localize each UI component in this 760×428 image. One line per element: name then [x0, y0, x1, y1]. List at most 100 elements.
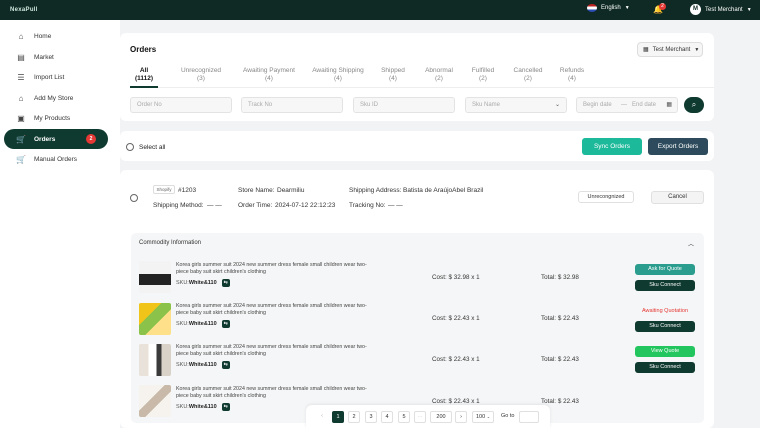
- tab-refunds[interactable]: Refunds (4): [556, 67, 588, 82]
- sidebar-item-add-my-store[interactable]: ⌂ Add My Store: [4, 88, 108, 108]
- sku-connect-button[interactable]: Sku Connect: [635, 280, 695, 291]
- sidebar-item-home[interactable]: ⌂ Home: [4, 26, 108, 46]
- tab-count: (2): [435, 74, 443, 82]
- tab-all[interactable]: All (1112): [130, 67, 158, 82]
- sku-id-input[interactable]: Sku ID: [353, 97, 455, 113]
- sidebar-item-import-list[interactable]: ☰ Import List: [4, 67, 108, 87]
- tab-count: (2): [524, 74, 532, 82]
- pagination-ellipsis[interactable]: ···: [414, 411, 426, 423]
- page-button[interactable]: 2: [348, 411, 360, 423]
- chevron-up-icon[interactable]: ︿: [688, 239, 694, 248]
- tab-label: Abnormal: [425, 67, 453, 74]
- track-no-input[interactable]: Track No: [241, 97, 343, 113]
- product-thumbnail[interactable]: [139, 303, 171, 335]
- app-logo[interactable]: NexaPull: [10, 7, 38, 13]
- tab-label: Refunds: [559, 67, 585, 74]
- tab-unrecognized[interactable]: Unrecognized (3): [172, 67, 230, 82]
- shipping-method-value: — —: [207, 202, 222, 209]
- product-title[interactable]: Korea girls summer suit 2024 new summer …: [176, 303, 376, 317]
- cost-label: Cost:: [432, 398, 447, 405]
- product-thumbnail[interactable]: [139, 261, 171, 293]
- product-cost: Cost: $ 22.43 x 1: [432, 315, 480, 322]
- date-range-picker[interactable]: Begin date — End date ▦: [576, 97, 678, 113]
- sku-connect-button[interactable]: Sku Connect: [635, 362, 695, 373]
- product-thumbnail[interactable]: [139, 385, 171, 417]
- tab-awaiting-payment[interactable]: Awaiting Payment (4): [238, 67, 300, 82]
- sku-name-select[interactable]: Sku Name ⌄: [465, 97, 567, 113]
- product-title[interactable]: Korea girls summer suit 2024 new summer …: [176, 386, 376, 400]
- page-button[interactable]: 5: [398, 411, 410, 423]
- page-size-select[interactable]: 100 ⌄: [472, 411, 494, 423]
- next-page-button[interactable]: ›: [455, 411, 467, 423]
- tab-awaiting-shipping[interactable]: Awaiting Shipping (4): [308, 67, 368, 82]
- product-title[interactable]: Korea girls summer suit 2024 new summer …: [176, 344, 376, 358]
- merchant-select[interactable]: ▦ Test Merchant ▼: [637, 42, 703, 57]
- page-button[interactable]: 4: [381, 411, 393, 423]
- page-button[interactable]: 1: [332, 411, 344, 423]
- link-icon[interactable]: ⇆: [221, 279, 230, 287]
- cost-label: Cost:: [432, 274, 447, 281]
- user-menu[interactable]: M Test Merchant ▼: [690, 4, 752, 15]
- tab-shipped[interactable]: Shipped (4): [376, 67, 410, 82]
- order-id[interactable]: #1203: [178, 187, 196, 194]
- tab-label: Fulfilled: [471, 67, 495, 74]
- tab-count: (4): [568, 74, 576, 82]
- product-total: Total: $ 32.98: [541, 274, 579, 281]
- order-select-radio[interactable]: [130, 194, 138, 202]
- caret-down-icon: ▼: [746, 6, 752, 13]
- cost-label: Cost:: [432, 356, 447, 363]
- link-icon[interactable]: ⇆: [221, 403, 230, 411]
- link-icon[interactable]: ⇆: [221, 361, 230, 369]
- product-title[interactable]: Korea girls summer suit 2024 new summer …: [176, 262, 376, 276]
- begin-date-placeholder: Begin date: [583, 102, 612, 108]
- tab-label: Shipped: [381, 67, 405, 74]
- total-label: Total:: [541, 315, 557, 322]
- tab-divider: [130, 87, 714, 88]
- sku-connect-button[interactable]: Sku Connect: [635, 321, 695, 332]
- cancel-order-button[interactable]: Cancel: [651, 191, 704, 204]
- end-date-placeholder: End date: [632, 102, 657, 108]
- product-sku: SKU: White&110 ⇆: [176, 320, 230, 328]
- product-cost: Cost: $ 22.43 x 1: [432, 356, 480, 363]
- sku-name-placeholder: Sku Name: [472, 102, 501, 108]
- export-orders-button[interactable]: Export Orders: [648, 138, 708, 155]
- tab-abnormal[interactable]: Abnormal (2): [420, 67, 458, 82]
- select-all-radio[interactable]: [126, 143, 134, 151]
- goto-page-input[interactable]: [519, 411, 539, 423]
- sidebar-item-orders[interactable]: 🛒 Orders 2: [4, 129, 108, 149]
- product-thumbnail[interactable]: [139, 344, 171, 376]
- calendar-icon: ▦: [666, 102, 672, 108]
- cost-value: $ 22.43 x 1: [448, 356, 480, 363]
- language-selector[interactable]: English ▼: [587, 4, 630, 12]
- sidebar-item-market[interactable]: ▤ Market: [4, 47, 108, 67]
- link-icon[interactable]: ⇆: [221, 320, 230, 328]
- view-quote-button[interactable]: View Quote: [635, 346, 695, 357]
- sidebar-item-manual-orders[interactable]: 🛒 Manual Orders: [4, 149, 108, 169]
- page-button-last[interactable]: 200: [430, 411, 452, 423]
- page-button[interactable]: 3: [365, 411, 377, 423]
- product-sku: SKU: White&110 ⇆: [176, 403, 230, 411]
- sync-orders-button[interactable]: Sync Orders: [582, 138, 642, 155]
- us-flag-icon: [587, 4, 597, 12]
- order-time-value: 2024-07-12 22:12:23: [275, 202, 336, 209]
- caret-down-icon: ▼: [694, 46, 700, 53]
- total-value: $ 22.43: [557, 356, 579, 363]
- total-value: $ 22.43: [557, 315, 579, 322]
- shipping-method-label: Shipping Method:: [153, 202, 204, 209]
- tab-count: (2): [479, 74, 487, 82]
- sidebar-item-my-products[interactable]: ▣ My Products: [4, 108, 108, 128]
- prev-page-button[interactable]: ‹: [316, 411, 328, 423]
- search-icon: ⌕: [691, 100, 697, 109]
- avatar: M: [690, 4, 701, 15]
- tab-cancelled[interactable]: Cancelled (2): [508, 67, 548, 82]
- store-name-value: Dearmiliu: [277, 187, 305, 194]
- ask-for-quote-button[interactable]: Ask for Quote: [635, 264, 695, 275]
- sku-label: SKU:: [176, 404, 189, 410]
- date-separator: —: [621, 102, 627, 108]
- tab-fulfilled[interactable]: Fulfilled (2): [466, 67, 500, 82]
- search-button[interactable]: ⌕: [684, 97, 704, 113]
- sidebar-item-label: Home: [34, 32, 52, 40]
- language-label: English: [601, 5, 621, 11]
- total-value: $ 32.98: [557, 274, 579, 281]
- order-no-input[interactable]: Order No: [130, 97, 232, 113]
